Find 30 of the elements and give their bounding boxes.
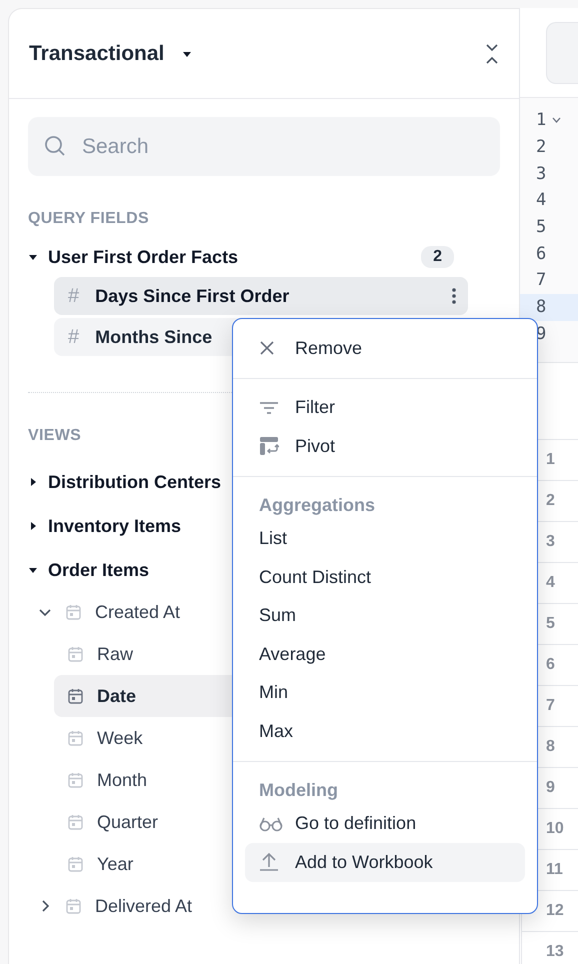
row-number: 12: [546, 902, 564, 920]
row-number: 6: [546, 656, 555, 674]
line-number: 2: [536, 137, 546, 158]
number-icon: #: [68, 326, 80, 348]
number-icon: #: [68, 284, 80, 308]
row-number: 7: [546, 697, 555, 715]
menu-heading: Modeling: [258, 778, 339, 802]
row-number: 8: [546, 738, 555, 756]
row-number: 2: [546, 492, 555, 510]
row-number: 1: [546, 451, 555, 469]
field-label: Days Since First Order: [95, 286, 290, 306]
field-label: Months Since: [95, 326, 212, 348]
section-heading: QUERY FIELDS: [28, 210, 150, 228]
row-number: 10: [546, 820, 564, 838]
row-number: 3: [546, 533, 555, 551]
line-number: 3: [536, 164, 546, 184]
menu-heading: Aggregations: [258, 494, 376, 517]
section-heading: VIEWS: [28, 427, 82, 445]
row-number: 4: [546, 574, 555, 592]
line-number: 5: [536, 217, 546, 238]
row-number: 9: [546, 779, 555, 797]
line-number: 6: [536, 244, 546, 264]
count-badge: 2: [421, 246, 454, 268]
line-number: 7: [536, 270, 546, 290]
row-number: 13: [546, 943, 564, 961]
line-number: 8: [536, 297, 546, 318]
line-number: 1: [536, 110, 546, 130]
row-number: 11: [546, 861, 563, 879]
row-number: 5: [546, 615, 555, 633]
line-number: 4: [536, 190, 546, 210]
